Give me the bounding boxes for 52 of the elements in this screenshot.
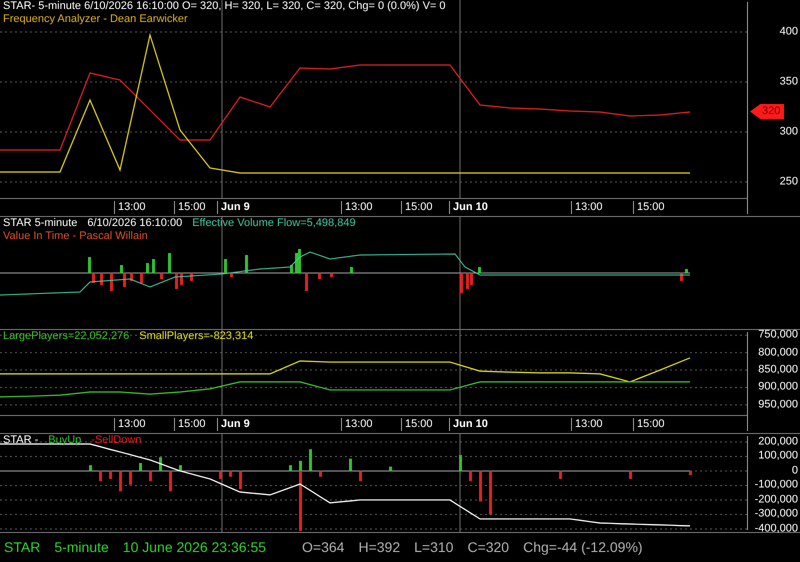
legend-text: 6/10/2026 16:10:00 [87,217,182,230]
quote-text: O=364 [302,538,344,557]
axis-label: -200,000 [754,493,798,506]
time-label: 15:00 [401,418,433,431]
time-label: 13:00 [571,201,603,214]
quote-text: Chg=-44 (-12.09%) [523,538,643,557]
date-label: Jun 9 [217,201,250,214]
time-label: 13:00 [341,418,373,431]
legend-text: -SellDown [91,434,142,447]
axis-label: 300 [780,126,798,138]
time-label: 15:00 [401,201,433,214]
quote-text: H=392 [358,538,400,557]
legend-text: BuyUp [48,434,82,447]
legend-text: SmallPlayers=-823,314 [139,330,254,343]
axis-label: -300,000 [754,508,798,521]
time-label: 15:00 [633,201,665,214]
legend-text: Frequency Analyzer - Dean Earwicker [3,13,188,26]
time-label: 13:00 [571,418,603,431]
datetime-text: 10 June 2026 23:36:55 [122,538,266,557]
time-label: 13:00 [341,201,373,214]
legend-text: STAR 5-minute [3,217,78,230]
legend-text: STAR - [3,434,38,447]
date-label: Jun 10 [449,201,488,214]
axis-label: 900,000 [758,380,798,394]
price-tag: 320 [750,104,784,119]
axis-label: 200,000 [758,435,798,448]
axis-label: 250 [780,176,798,188]
quote-text: L=310 [414,538,454,557]
axis-label: 0 [792,464,798,478]
interval-text: 5-minute [54,538,109,557]
axis-label: 350 [780,76,798,88]
time-label: 13:00 [114,201,146,214]
legend-text: STAR- 5-minute 6/10/2026 16:10:00 O= 320, H= 320, L= 320, C= 320, Chg= 0 (0.0%) V= 0 [3,0,446,13]
axis-label: 400 [780,26,798,38]
symbol-text: STAR [4,538,40,557]
time-label: 15:00 [174,418,206,431]
legend-text: LargePlayers=22,052,276 [3,330,130,343]
date-label: Jun 10 [449,418,488,431]
time-label: 15:00 [633,418,665,431]
axis-label: 800,000 [758,346,798,360]
legend-text: Value In Time - Pascal Willain [3,230,148,243]
axis-label: 950,000 [758,398,798,412]
date-label: Jun 9 [217,418,250,431]
axis-label: 100,000 [758,450,798,463]
quote-text: C=320 [467,538,510,557]
time-label: 15:00 [174,201,206,214]
axis-label: -100,000 [754,478,798,492]
legend-text: Effective Volume Flow=5,498,849 [192,217,356,230]
axis-label: 850,000 [758,364,798,377]
axis-label: -400,000 [754,522,798,536]
axis-label: 750,000 [758,328,798,342]
time-label: 13:00 [114,418,146,431]
